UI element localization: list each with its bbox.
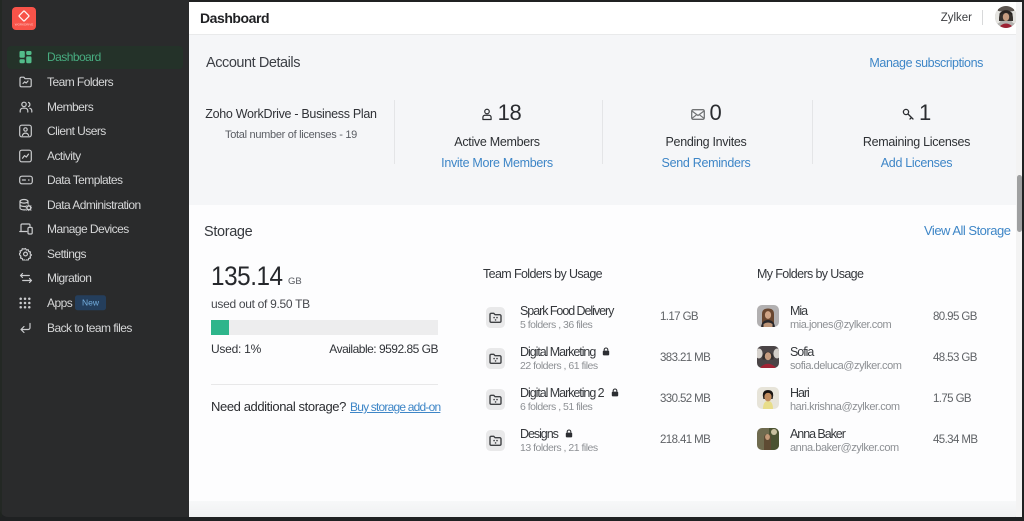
svg-text:WORKDRIVE: WORKDRIVE xyxy=(15,23,34,27)
